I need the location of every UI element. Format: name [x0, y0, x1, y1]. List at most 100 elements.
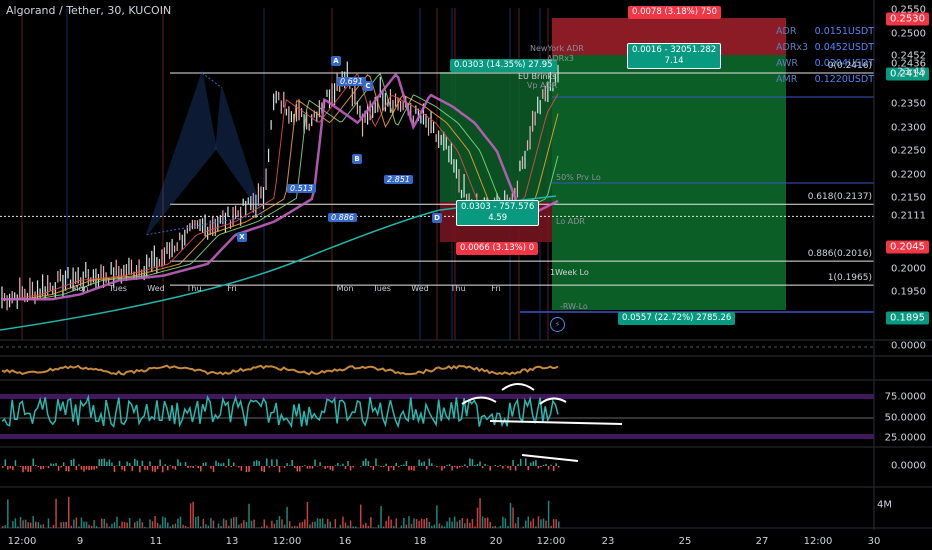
volume-bar — [281, 519, 283, 528]
volume-bar — [250, 520, 253, 528]
macd-bar — [240, 466, 243, 471]
time-tick: 16 — [338, 536, 352, 547]
time-tick: 27 — [755, 536, 769, 547]
macd-bar — [260, 466, 263, 472]
macd-bar — [106, 461, 108, 466]
volume-bar — [32, 516, 34, 528]
macd-bar — [93, 466, 95, 470]
price-tick: 0.2300 — [891, 122, 926, 134]
position-stats-box[interactable]: 0.0016 - 32051.282 7.14 — [627, 43, 722, 69]
macd-bar — [542, 464, 545, 466]
macd-bar — [461, 466, 464, 467]
volume-bar — [278, 516, 281, 528]
macd-bar — [60, 466, 62, 468]
volume-bar — [372, 527, 375, 528]
volume-bar — [420, 518, 423, 528]
macd-bar — [334, 465, 337, 466]
macd-bar — [332, 466, 334, 471]
volume-bar — [471, 519, 474, 528]
volume-bar — [451, 521, 453, 528]
macd-bar — [390, 466, 392, 468]
stat-value: 0.0452USDT — [814, 42, 874, 53]
macd-bar — [42, 466, 45, 469]
volume-bar — [93, 520, 95, 528]
volume-bar — [187, 527, 189, 528]
level-label: 1Week Lo — [550, 268, 589, 277]
time-tick: 12:00 — [803, 536, 833, 547]
macd-bar — [73, 458, 75, 466]
volume-bar — [309, 524, 311, 528]
macd-bar — [471, 459, 474, 466]
macd-bar — [349, 466, 352, 471]
day-label: Fri — [227, 284, 237, 293]
volume-bar — [481, 516, 484, 528]
volume-bar — [403, 517, 405, 528]
entry-stats-box[interactable]: 0.0303 - 757.576 4.59 — [456, 200, 540, 226]
macd-bar — [344, 466, 347, 469]
macd-bar — [375, 458, 377, 466]
macd-bar — [164, 464, 166, 466]
macd-bar — [329, 466, 332, 470]
macd-bar — [238, 466, 240, 468]
volume-bar — [491, 526, 494, 528]
volume-bar — [382, 526, 385, 528]
volume-bar — [55, 498, 57, 528]
macd-bar — [362, 460, 365, 466]
price-badge: 0.1895 — [886, 311, 929, 325]
volume-bar — [332, 527, 334, 528]
macd-bar — [291, 459, 293, 466]
macd-bar — [253, 461, 255, 466]
ratio-xab: 0.691 — [337, 77, 366, 86]
volume-bar — [149, 519, 151, 528]
macd-bar — [22, 466, 24, 473]
volume-bar — [446, 521, 448, 528]
lightning-icon[interactable]: ⚡ — [550, 317, 565, 332]
target-label[interactable]: 0.0557 (22.72%) 2785.26 — [618, 312, 736, 325]
macd-bar — [65, 466, 67, 472]
volume-bar — [78, 526, 80, 528]
volume-bar — [29, 522, 32, 528]
volume-bar — [486, 517, 489, 528]
macd-bar — [380, 466, 382, 467]
chart-window[interactable]: Algorand / Tether, 30, KUCOIN 0.2550 0.25… — [0, 0, 932, 550]
macd-bar — [552, 466, 555, 472]
volume-bar — [311, 522, 314, 528]
volume-bar — [50, 527, 52, 528]
macd-bar — [453, 466, 456, 468]
volume-bar — [296, 526, 299, 528]
volume-bar — [128, 518, 131, 528]
macd-bar — [139, 466, 141, 473]
volume-bar — [512, 507, 514, 528]
macd-bar — [197, 466, 199, 469]
volume-bar — [392, 525, 395, 528]
volume-bar — [12, 520, 14, 528]
macd-bar — [326, 466, 329, 468]
volume-bar — [106, 523, 108, 528]
volume-bar — [227, 525, 230, 528]
take-profit-label[interactable]: 0.0303 (14.35%) 27.95 — [450, 59, 557, 72]
volume-bar — [65, 521, 67, 528]
volume-bar — [542, 518, 545, 528]
stop-loss-label[interactable]: 0.0078 (3.18%) 750 — [628, 6, 722, 19]
volume-bar — [207, 525, 210, 528]
volume-bar — [220, 526, 222, 528]
risk-label[interactable]: 0.0066 (3.13%) 0 — [456, 242, 539, 255]
stats-table: ADR 0.0151USDT ADRx3 0.0452USDT AWR 0.0204U… — [776, 24, 874, 88]
volume-bar — [433, 524, 436, 528]
macd-bar — [52, 463, 55, 466]
volume-bar — [126, 522, 128, 528]
volume-bar — [552, 519, 555, 528]
volume-bar — [17, 526, 19, 528]
pattern-point-d: D — [432, 213, 442, 223]
macd-bar — [342, 463, 344, 466]
volume-bar — [413, 518, 415, 528]
volume-bar — [88, 524, 90, 528]
volume-bar — [182, 524, 184, 528]
macd-bar — [321, 466, 324, 467]
volume-bar — [80, 517, 83, 528]
stat-value: 0.1220USDT — [814, 74, 874, 85]
volume-bar — [547, 500, 550, 528]
volume-bar — [489, 521, 491, 528]
rsi-overbought-band — [0, 394, 874, 399]
volume-bar — [68, 496, 70, 528]
